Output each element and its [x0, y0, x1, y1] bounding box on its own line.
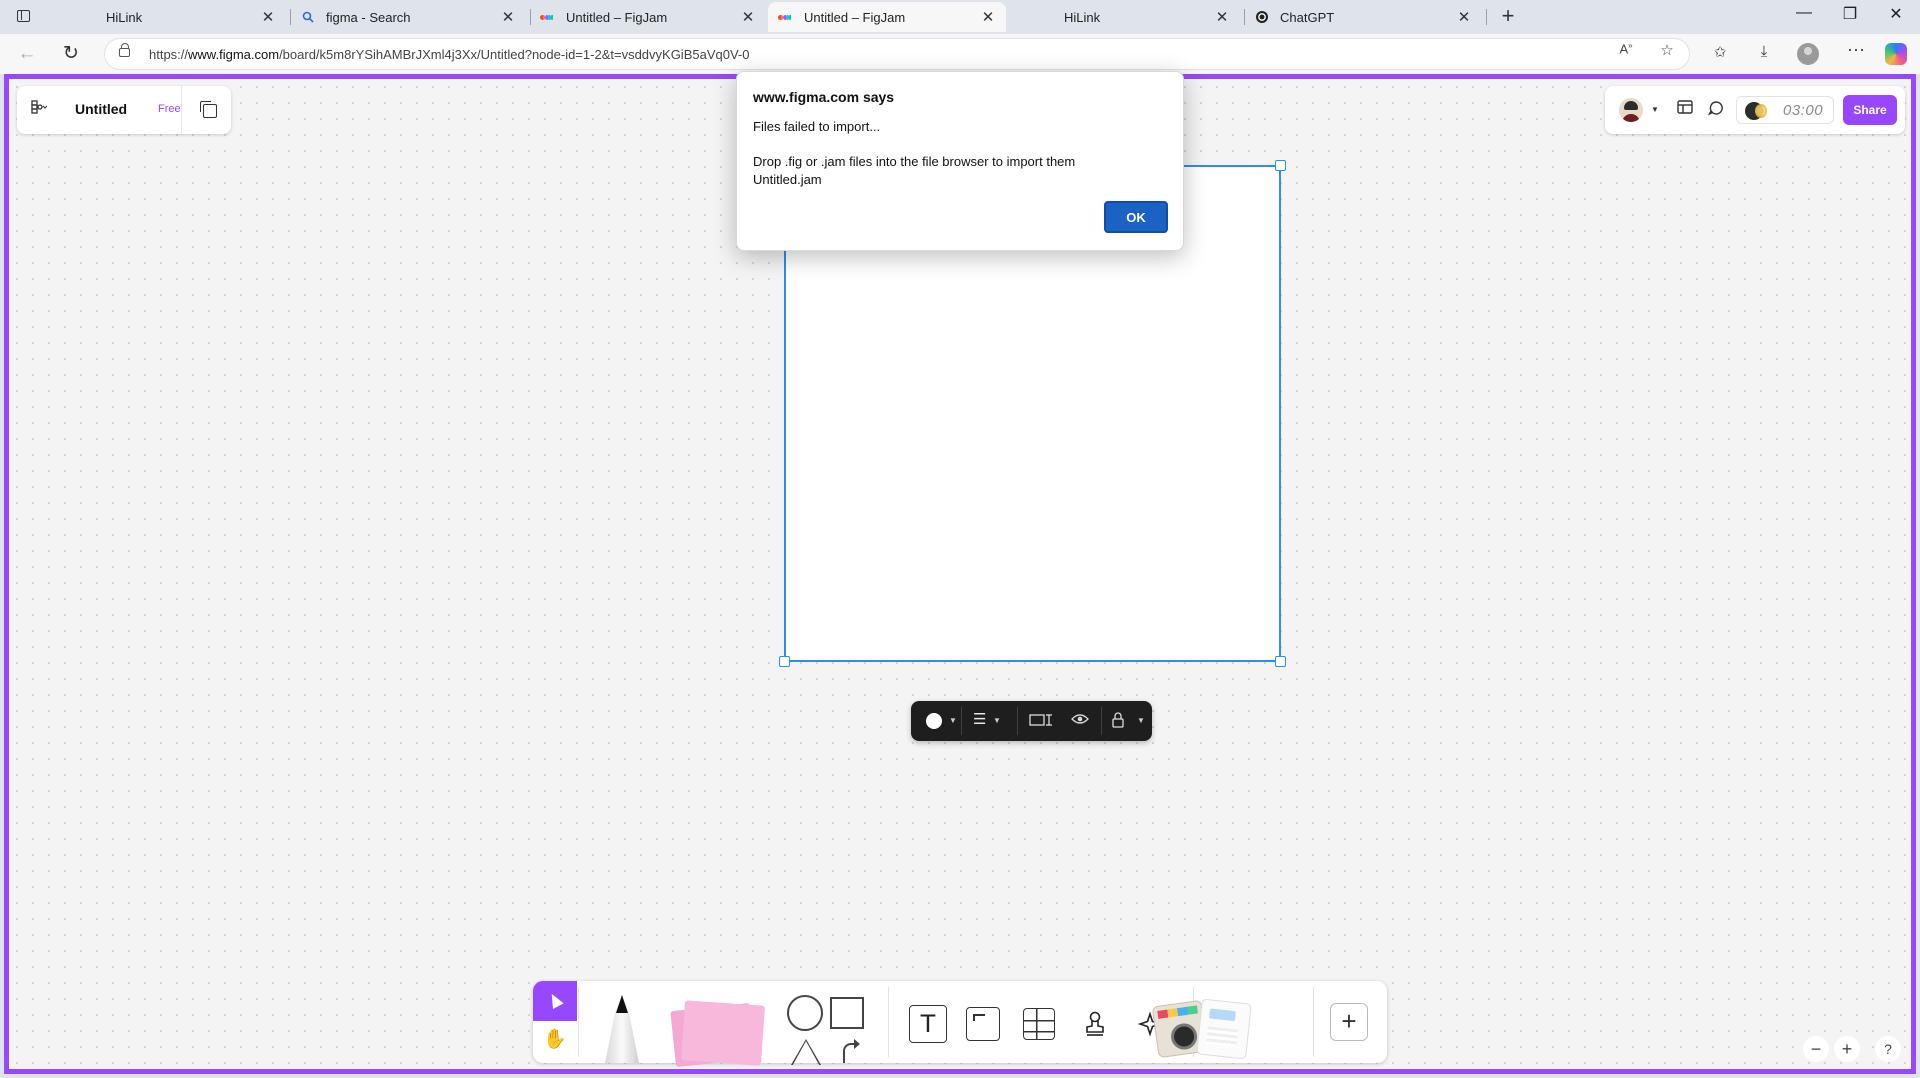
figma-icon: [777, 9, 794, 25]
file-name[interactable]: Untitled: [75, 101, 127, 117]
close-window-button[interactable]: ✕: [1878, 4, 1914, 24]
address-bar: ← ↻ https://www.figma.com/board/k5m8rYSi…: [0, 34, 1920, 74]
tab-figjam-1[interactable]: Untitled – FigJam ✕: [530, 2, 766, 32]
blank-page-icon: [80, 9, 96, 25]
more-options-icon[interactable]: ···: [1844, 39, 1868, 60]
tab-figjam-active[interactable]: Untitled – FigJam ✕: [768, 2, 1006, 32]
minimize-button[interactable]: —: [1786, 4, 1822, 22]
search-icon: [300, 9, 316, 25]
context-toolbar: ▼ ☰ ▼ ▼: [911, 701, 1152, 741]
dialog-filename: Untitled.jam: [753, 172, 822, 187]
section-tool-icon[interactable]: [966, 1007, 1000, 1041]
connector-arrow-icon[interactable]: [843, 1039, 860, 1063]
close-icon[interactable]: ✕: [1456, 8, 1472, 26]
tab-figma-search[interactable]: figma - Search ✕: [290, 2, 526, 32]
timer-value: 03:00: [1783, 102, 1824, 119]
help-button[interactable]: ?: [1875, 1036, 1901, 1062]
main-menu-button[interactable]: [31, 100, 48, 117]
timer-widget[interactable]: 03:00: [1736, 96, 1834, 124]
collab-panel: ▼ 03:00 Share: [1605, 86, 1905, 134]
new-tab-button[interactable]: +: [1496, 5, 1520, 29]
back-arrow-icon[interactable]: ←: [14, 42, 40, 66]
add-more-button[interactable]: +: [1330, 1003, 1368, 1041]
chevron-down-icon[interactable]: ▼: [949, 716, 957, 725]
alert-dialog: www.figma.com says Files failed to impor…: [736, 71, 1184, 251]
downloads-icon[interactable]: ⤓: [1752, 43, 1776, 60]
plan-badge[interactable]: Free: [158, 103, 181, 115]
close-icon[interactable]: ✕: [740, 8, 756, 26]
copilot-icon[interactable]: [1885, 43, 1907, 65]
layout-icon[interactable]: [1675, 100, 1695, 117]
chatgpt-icon: [1254, 9, 1270, 25]
close-icon[interactable]: ✕: [260, 8, 276, 26]
blank-page-icon: [1038, 9, 1054, 25]
favorites-icon[interactable]: ✩: [1708, 43, 1732, 61]
resize-handle-ne[interactable]: [1275, 160, 1286, 171]
close-icon[interactable]: ✕: [980, 8, 996, 26]
avatar[interactable]: [1619, 98, 1643, 122]
tab-chatgpt[interactable]: ChatGPT ✕: [1244, 2, 1482, 32]
table-tool-icon[interactable]: [1023, 1008, 1055, 1040]
share-button[interactable]: Share: [1843, 95, 1897, 125]
text-tool-icon[interactable]: T: [909, 1005, 947, 1043]
dialog-title: www.figma.com says: [753, 89, 895, 105]
marker-tip: [616, 995, 628, 1013]
dialog-detail: Drop .fig or .jam files into the file br…: [753, 154, 1076, 169]
file-panel: Untitled Free: [17, 86, 231, 134]
url-text[interactable]: https://www.figma.com/board/k5m8rYSihAMB…: [149, 47, 749, 62]
url-field[interactable]: https://www.figma.com/board/k5m8rYSihAMB…: [104, 38, 1690, 70]
ok-button[interactable]: OK: [1104, 201, 1168, 233]
read-aloud-icon[interactable]: A»: [1615, 41, 1637, 56]
chevron-down-icon[interactable]: ▼: [1137, 716, 1145, 725]
music-icon: [1745, 102, 1767, 120]
resize-to-fit-icon[interactable]: [1029, 712, 1053, 731]
circle-shape-icon[interactable]: [787, 995, 823, 1031]
figma-logo-icon: [31, 100, 48, 114]
tab-hilink-2[interactable]: HiLink ✕: [1028, 2, 1240, 32]
tab-hilink-1[interactable]: HiLink ✕: [70, 2, 286, 32]
lock-icon[interactable]: [119, 43, 130, 57]
dialog-message: Files failed to import...: [753, 119, 881, 134]
refresh-icon[interactable]: ↻: [58, 42, 84, 66]
sticky-note-tool-icon[interactable]: [681, 1000, 765, 1066]
restore-button[interactable]: ❐: [1832, 4, 1868, 24]
tab-actions-button[interactable]: [12, 7, 36, 27]
resize-handle-sw[interactable]: [779, 656, 790, 667]
fill-color-button[interactable]: [926, 713, 942, 729]
chevron-down-icon[interactable]: ▼: [993, 716, 1001, 725]
triangle-shape-icon[interactable]: [791, 1039, 821, 1065]
eye-icon[interactable]: [1071, 712, 1089, 729]
square-shape-icon[interactable]: [830, 997, 864, 1029]
zoom-in-button[interactable]: +: [1834, 1036, 1860, 1062]
template-card-icon[interactable]: [1196, 998, 1252, 1060]
profile-icon[interactable]: [1797, 43, 1819, 65]
chevron-down-icon[interactable]: ▼: [1645, 105, 1665, 114]
hand-tool-icon[interactable]: ✋: [543, 1027, 567, 1051]
resize-handle-se[interactable]: [1275, 656, 1286, 667]
stamp-tool-icon[interactable]: [1076, 1005, 1114, 1043]
pages-icon[interactable]: [200, 101, 217, 118]
close-icon[interactable]: ✕: [1214, 8, 1230, 26]
select-tool-cursor-icon[interactable]: [533, 981, 577, 1021]
lock-icon[interactable]: [1111, 712, 1125, 731]
close-icon[interactable]: ✕: [500, 8, 516, 26]
comment-icon[interactable]: [1706, 100, 1726, 119]
favorite-star-icon[interactable]: ☆: [1656, 41, 1678, 59]
align-icon[interactable]: ☰: [973, 710, 986, 728]
tab-strip: HiLink ✕ figma - Search ✕ Untitled – Fig…: [0, 0, 1920, 34]
bottom-toolbar: ✋ T +: [533, 981, 1387, 1068]
zoom-out-button[interactable]: −: [1803, 1036, 1829, 1062]
figma-icon: [539, 9, 556, 25]
